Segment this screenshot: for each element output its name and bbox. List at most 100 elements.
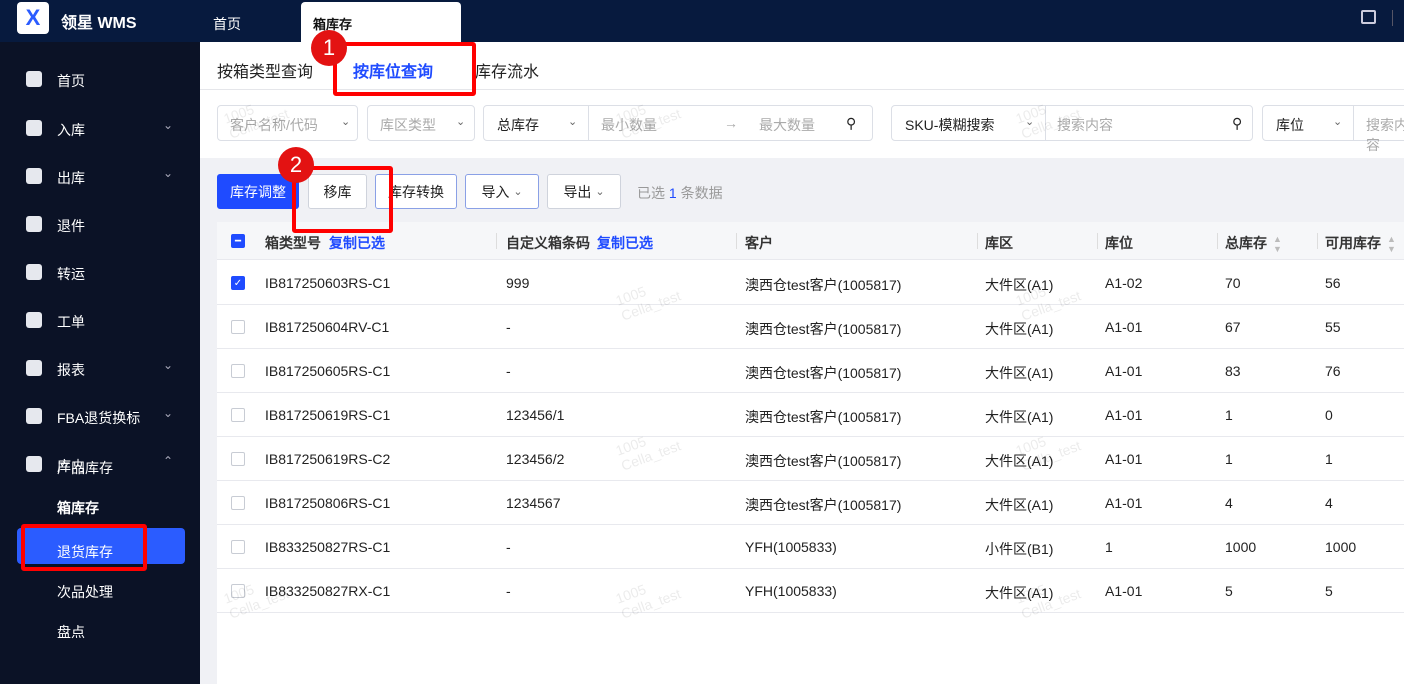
selection-count: 已选 1 条数据 (637, 185, 723, 201)
table-row[interactable]: IB817250806RS-C1 1234567 澳西仓test客户(1005817… (217, 481, 1404, 525)
sidebar-item[interactable]: 退件 (0, 204, 200, 244)
cell-customer: 澳西仓test客户(1005817) (745, 365, 902, 381)
table-row[interactable]: ✓ IB817250603RS-C1 999 澳西仓test客户(1005817) 大件… (217, 261, 1404, 305)
cell-avail: 1 (1325, 451, 1333, 467)
cell-zone: 小件区(B1) (985, 541, 1054, 557)
copy-selected-barcode-link[interactable]: 复制已选 (597, 233, 653, 253)
chevron-down-icon: ⌄ (163, 406, 174, 420)
cell-box: IB817250806RS-C1 (265, 495, 391, 511)
copy-selected-box-link[interactable]: 复制已选 (329, 233, 385, 253)
customer-select[interactable]: 客户名称/代码 ⌄ (217, 105, 358, 141)
chevron-down-icon: ⌄ (163, 166, 174, 180)
cell-box: IB817250619RS-C2 (265, 451, 391, 467)
search-icon[interactable]: ⚲ (846, 115, 856, 132)
sidebar-item-label: 报表 (57, 362, 85, 378)
row-checkbox[interactable] (231, 496, 245, 510)
sidebar-item-label: 退件 (57, 218, 85, 234)
cell-avail: 56 (1325, 275, 1341, 291)
table-row[interactable]: IB817250619RS-C1 123456/1 澳西仓test客户(100581… (217, 393, 1404, 437)
cell-total: 5 (1225, 583, 1233, 599)
chevron-down-icon: ⌄ (1333, 116, 1343, 128)
max-qty-input[interactable]: 最大数量 (759, 115, 815, 135)
sidebar-subitem[interactable]: 次品处理 (57, 582, 113, 602)
sidebar-subitem[interactable]: 盘点 (57, 622, 85, 642)
cell-zone: 大件区(A1) (985, 409, 1054, 425)
row-checkbox[interactable] (231, 584, 245, 598)
table-row[interactable]: IB833250827RX-C1 - YFH(1005833) 大件区(A1) A1-0… (217, 569, 1404, 613)
tab-home[interactable]: 首页 (213, 14, 241, 34)
table-row[interactable]: IB817250605RS-C1 - 澳西仓test客户(1005817) 大件区(A… (217, 349, 1404, 393)
annotation-box-1 (333, 42, 476, 96)
cell-customer: 澳西仓test客户(1005817) (745, 409, 902, 425)
import-button[interactable]: 导入 ⌄ (465, 174, 539, 209)
sidebar-item[interactable]: 转运 (0, 252, 200, 292)
cell-code: - (506, 539, 511, 555)
sidebar-item[interactable]: 出库 ⌄ (0, 156, 200, 196)
sidebar-item[interactable]: 工单 (0, 300, 200, 340)
qty-type-select[interactable]: 总库存 (497, 115, 539, 135)
sort-icon[interactable]: ▲ ▼ (1387, 234, 1396, 254)
sidebar-item[interactable]: FBA退货换标 ⌄ (0, 396, 200, 436)
sku-search: SKU-模糊搜索 ⌄ 搜索内容 ⚲ (891, 105, 1253, 141)
table-row[interactable]: IB817250604RV-C1 - 澳西仓test客户(1005817) 大件区(A… (217, 305, 1404, 349)
tab-by-box-type[interactable]: 按箱类型查询 (217, 58, 313, 82)
location-mode-select[interactable]: 库位 (1276, 115, 1304, 135)
zone-type-select[interactable]: 库区类型 ⌄ (367, 105, 475, 141)
chevron-down-icon: ⌄ (568, 116, 578, 128)
chevron-down-icon: ⌄ (163, 358, 174, 372)
cell-total: 67 (1225, 319, 1241, 335)
sidebar-subitem[interactable]: 产品库存 (57, 458, 113, 478)
row-checkbox[interactable] (231, 408, 245, 422)
cell-box: IB817250603RS-C1 (265, 275, 391, 291)
sidebar-item-label: 首页 (57, 73, 85, 89)
sidebar-item[interactable]: 首页 (0, 59, 200, 99)
sidebar-item-label: 出库 (57, 170, 85, 186)
row-checkbox[interactable]: ✓ (231, 276, 245, 290)
sidebar-item-label: FBA退货换标 (57, 410, 141, 426)
search-icon[interactable]: ⚲ (1232, 115, 1242, 132)
cell-total: 1 (1225, 451, 1233, 467)
message-icon[interactable] (1361, 10, 1376, 24)
cell-avail: 76 (1325, 363, 1341, 379)
location-search-input[interactable]: 搜索内容 (1366, 115, 1404, 155)
table-row[interactable]: IB833250827RS-C1 - YFH(1005833) 小件区(B1) 1 100… (217, 525, 1404, 569)
sidebar-item[interactable]: 报表 ⌄ (0, 348, 200, 388)
cell-code: 123456/2 (506, 451, 565, 467)
cell-zone: 大件区(A1) (985, 453, 1054, 469)
cell-total: 1000 (1225, 539, 1257, 555)
col-total[interactable]: 总库存 (1225, 233, 1267, 253)
row-checkbox[interactable] (231, 364, 245, 378)
row-checkbox[interactable] (231, 540, 245, 554)
select-all-checkbox[interactable]: ━ (231, 234, 245, 248)
chevron-down-icon: ⌄ (1025, 116, 1035, 128)
import-label: 导入 (481, 183, 510, 200)
export-button[interactable]: 导出 ⌄ (547, 174, 621, 209)
chevron-down-icon: ⌄ (456, 116, 466, 128)
col-box-type: 箱类型号 (265, 235, 321, 251)
min-qty-input[interactable]: 最小数量 (601, 115, 657, 135)
arrow-right-icon: → (724, 115, 738, 131)
row-checkbox[interactable] (231, 452, 245, 466)
row-checkbox[interactable] (231, 320, 245, 334)
cell-box: IB817250605RS-C1 (265, 363, 391, 379)
table-row[interactable]: IB817250619RS-C2 123456/2 澳西仓test客户(100581… (217, 437, 1404, 481)
inbound-icon (26, 120, 42, 136)
col-available[interactable]: 可用库存 (1325, 233, 1381, 253)
cell-zone: 大件区(A1) (985, 585, 1054, 601)
cell-avail: 55 (1325, 319, 1341, 335)
tab-inventory-flow[interactable]: 库存流水 (475, 58, 539, 82)
sidebar-item-label: 入库 (57, 122, 85, 138)
sku-search-input[interactable]: 搜索内容 (1057, 115, 1113, 135)
sidebar-subitem[interactable]: 箱库存 (57, 498, 99, 518)
cell-customer: 澳西仓test客户(1005817) (745, 497, 902, 513)
cell-loc: 1 (1105, 539, 1113, 555)
cell-customer: 澳西仓test客户(1005817) (745, 321, 902, 337)
table-header: ━ 箱类型号 复制已选 自定义箱条码 复制已选 客户 库区 库位 总库存 ▲ ▼ 可… (217, 222, 1404, 260)
sku-mode-select[interactable]: SKU-模糊搜索 (905, 115, 994, 135)
location-search: 库位 ⌄ 搜索内容 (1262, 105, 1404, 153)
annotation-badge-1: 1 (311, 30, 347, 66)
cell-loc: A1-02 (1105, 275, 1143, 291)
sort-icon[interactable]: ▲ ▼ (1273, 234, 1282, 254)
sidebar-item[interactable]: 入库 ⌄ (0, 108, 200, 148)
cell-loc: A1-01 (1105, 407, 1143, 423)
